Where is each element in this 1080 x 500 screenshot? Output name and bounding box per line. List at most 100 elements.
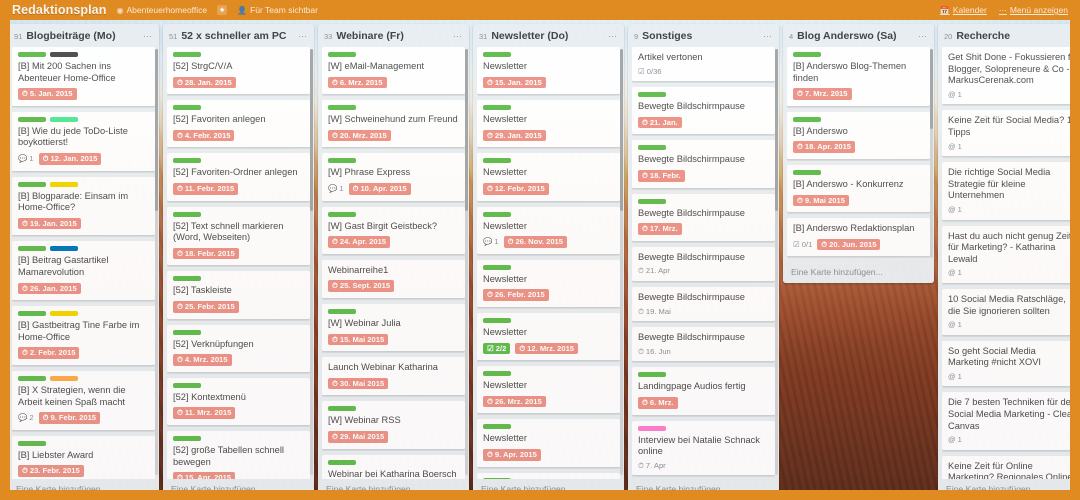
card[interactable]: Die richtige Social Media Strategie für … [942, 162, 1080, 221]
card[interactable]: [W] eMail-Management ⏱ 6. Mrz. 2015 [322, 47, 465, 96]
card[interactable]: Newsletter💬2⏱23. Apr. 2015 [477, 472, 620, 479]
card[interactable]: [B] Gastbeitrag Tine Farbe im Home-Offic… [12, 306, 155, 366]
list-title[interactable]: Blog Anderswo (Sa) [797, 30, 914, 42]
card[interactable]: Artikel vertonen ☑ 0/36 [632, 47, 775, 83]
card[interactable]: Bewegte Bildschirmpause ⏱ 21. Apr [632, 246, 775, 282]
due-date-badge[interactable]: ⏱ 23. Febr. 2015 [18, 465, 84, 477]
card[interactable]: [B] Wie du jede ToDo-Liste boykottierst!… [12, 111, 155, 172]
due-date-badge[interactable]: ⏱ 15. Apr. 2015 [173, 472, 236, 479]
card[interactable]: Landingpage Audios fertig ⏱ 6. Mrz. [632, 367, 775, 416]
card[interactable]: [B] Anderswo Blog-Themen finden ⏱ 7. Mrz. … [787, 47, 930, 107]
date-badge[interactable]: ⏱ 16. Jun [638, 348, 671, 356]
list-cards[interactable]: [B] Anderswo Blog-Themen finden ⏱ 7. Mrz. … [783, 47, 934, 262]
card-label[interactable] [50, 246, 78, 252]
due-date-badge[interactable]: ⏱ 30. Mai 2015 [328, 377, 389, 390]
card-label[interactable] [483, 371, 511, 377]
due-date-badge[interactable]: ⏱ 18. Febr. 2015 [173, 247, 239, 260]
card-label[interactable] [483, 317, 511, 323]
list-cards[interactable]: [B] Mit 200 Sachen ins Abenteuer Home-Of… [8, 47, 159, 479]
due-date-badge[interactable]: ⏱ 12. Jan. 2015 [38, 152, 102, 165]
card-label[interactable] [173, 382, 201, 388]
card-label[interactable] [18, 181, 46, 187]
date-badge[interactable]: ⏱ 7. Apr [638, 462, 666, 470]
card[interactable]: [B] X Strategien, wenn die Arbeit keinen… [12, 370, 155, 431]
card-label[interactable] [328, 459, 356, 465]
card[interactable]: Bewegte Bildschirmpause ⏱ 21. Jan. [632, 87, 775, 136]
card[interactable]: Bewegte Bildschirmpause ⏱ 19. Mai [632, 286, 775, 323]
card[interactable]: Launch Webinar Katharina ⏱ 30. Mai 2015 [322, 357, 465, 397]
card[interactable]: Newsletter ⏱ 12. Febr. 2015 [477, 153, 620, 202]
due-date-badge[interactable]: ⏱ 15. Jan. 2015 [483, 76, 546, 89]
due-date-badge[interactable]: ⏱ 4. Mrz. 2015 [173, 354, 232, 366]
card[interactable]: [52] große Tabellen schnell bewegen ⏱ 15. … [167, 430, 310, 479]
list-title[interactable]: Newsletter (Do) [491, 30, 604, 42]
card[interactable]: Bewegte Bildschirmpause ⏱ 17. Mrz. [632, 193, 775, 242]
list-scrollbar[interactable] [775, 49, 778, 475]
add-card-button[interactable]: Eine Karte hinzufügen... [163, 479, 314, 500]
card-label[interactable] [173, 158, 201, 164]
card[interactable]: [B] Liebster Award ⏱ 23. Febr. 2015 [12, 435, 155, 479]
list-menu-icon[interactable]: ⋯ [298, 31, 308, 42]
card[interactable]: Die 7 besten Techniken für dein Social M… [942, 392, 1080, 451]
due-date-badge[interactable]: ⏱ 20. Mrz. 2015 [328, 129, 391, 142]
due-date-badge[interactable]: ⏱ 4. Febr. 2015 [173, 129, 235, 142]
due-date-badge[interactable]: ⏱ 15. Mai 2015 [328, 333, 389, 346]
card[interactable]: [52] Text schnell markieren (Word, Webse… [167, 206, 310, 267]
board-visibility[interactable]: 👤 Für Team sichtbar [237, 5, 318, 15]
card[interactable]: Get Shit Done - Fokussieren für Blogger,… [942, 47, 1080, 106]
card-label[interactable] [50, 311, 78, 317]
add-card-button[interactable]: Eine Karte hinzufügen... [8, 479, 159, 500]
list-title[interactable]: 52 x schneller am PC [181, 30, 294, 42]
card[interactable]: Bewegte Bildschirmpause ⏱ 16. Jun [632, 327, 775, 363]
list-title[interactable]: Webinare (Fr) [336, 30, 449, 42]
card-label[interactable] [50, 52, 78, 57]
card-label[interactable] [483, 424, 511, 430]
card[interactable]: Hast du auch nicht genug Zeit für Market… [942, 225, 1080, 284]
star-icon[interactable]: ★ [217, 5, 228, 15]
card[interactable]: [W] Gast Birgit Geistbeck? ⏱ 24. Apr. 2015 [322, 206, 465, 255]
add-card-button[interactable]: Eine Karte hinzufügen... [473, 479, 624, 500]
card[interactable]: So geht Social Media Marketing #nicht XO… [942, 340, 1080, 388]
card-label[interactable] [173, 52, 201, 57]
date-badge[interactable]: ⏱ 19. Mai [638, 307, 671, 316]
due-date-badge[interactable]: ⏱ 9. Mai 2015 [793, 194, 849, 207]
card-label[interactable] [793, 169, 821, 175]
due-date-badge[interactable]: ⏱ 25. Sept. 2015 [328, 280, 395, 292]
due-date-badge[interactable]: ⏱ 5. Jan. 2015 [18, 88, 77, 100]
add-card-button[interactable]: Eine Karte hinzufügen... [318, 479, 469, 500]
list-title[interactable]: Recherche [956, 30, 1069, 42]
card[interactable]: Newsletter ⏱ 15. Jan. 2015 [477, 47, 620, 96]
card[interactable]: [52] Taskleiste ⏱ 25. Febr. 2015 [167, 271, 310, 320]
list-cards[interactable]: [W] eMail-Management ⏱ 6. Mrz. 2015 [W] Sch… [318, 47, 469, 479]
due-date-badge[interactable]: ⏱ 28. Jan. 2015 [173, 76, 236, 89]
card-label[interactable] [18, 440, 46, 446]
card[interactable]: Webinar bei Katharina Boersch Trello!⏱8.… [322, 454, 465, 479]
due-date-badge[interactable]: ⏱ 7. Mrz. 2015 [793, 88, 852, 100]
calendar-button[interactable]: 📅 Kalender [940, 5, 987, 15]
due-date-badge[interactable]: ⏱ 18. Apr. 2015 [793, 141, 856, 153]
due-date-badge[interactable]: ⏱ 9. Febr. 2015 [38, 412, 101, 424]
due-date-badge[interactable]: ⏱ 12. Mrz. 2015 [515, 342, 579, 355]
list-menu-icon[interactable]: ⋯ [918, 31, 928, 42]
due-date-badge[interactable]: ⏱ 21. Jan. [638, 116, 682, 129]
due-date-badge[interactable]: ⏱ 29. Jan. 2015 [483, 129, 546, 142]
card-label[interactable] [483, 105, 511, 111]
card-label[interactable] [173, 211, 201, 217]
card[interactable]: Keine Zeit für Online Marketing? Regiona… [942, 455, 1080, 479]
card[interactable]: [52] Favoriten anlegen ⏱ 4. Febr. 2015 [167, 100, 310, 149]
card[interactable]: [B] Blogparade: Einsam im Home-Office? ⏱ 1… [12, 176, 155, 237]
card[interactable]: [52] Verknüpfungen ⏱ 4. Mrz. 2015 [167, 324, 310, 373]
card-label[interactable] [638, 425, 666, 431]
card[interactable]: Newsletter ⏱ 26. Febr. 2015 [477, 259, 620, 308]
card-label[interactable] [483, 52, 511, 57]
card[interactable]: Bewegte Bildschirmpause ⏱ 18. Febr. [632, 140, 775, 189]
card[interactable]: [W] Webinar Julia ⏱ 15. Mai 2015 [322, 303, 465, 353]
card[interactable]: [52] Kontextmenü ⏱ 11. Mrz. 2015 [167, 377, 310, 426]
card-label[interactable] [173, 435, 201, 441]
card[interactable]: Newsletter 💬 1 ⏱ 26. Nov. 2015 [477, 206, 620, 255]
card[interactable]: [B] Anderswo Redaktionsplan ☑ 0/1 ⏱ 20. Jun.… [787, 218, 930, 258]
list-menu-icon[interactable]: ⋯ [608, 31, 618, 42]
list-scrollbar[interactable] [310, 49, 313, 475]
card-label[interactable] [173, 105, 201, 111]
add-card-button[interactable]: Eine Karte hinzufügen... [628, 479, 779, 500]
